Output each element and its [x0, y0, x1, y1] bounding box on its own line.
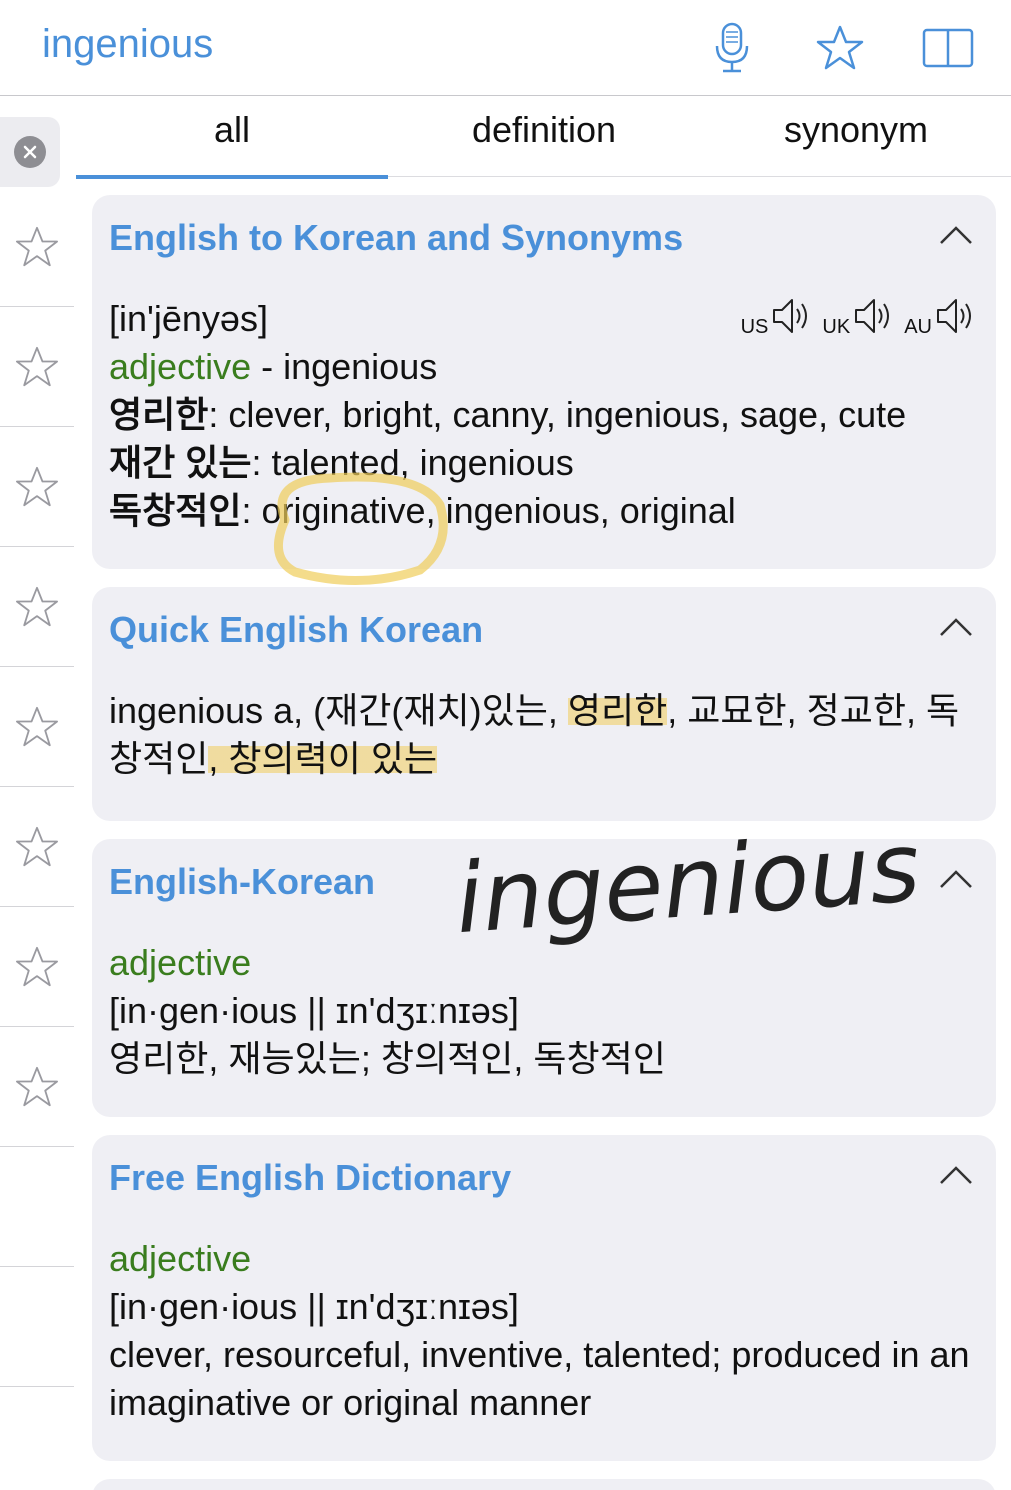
star-outline-icon — [16, 1066, 58, 1106]
tab-bar: all definition synonym — [76, 97, 1011, 179]
history-star-cell[interactable] — [0, 787, 74, 907]
search-bar: ingenious — [0, 0, 1011, 96]
star-outline-icon — [16, 706, 58, 746]
synonym-row: 독창적인: originative, ingenious, original — [109, 487, 976, 535]
tab-all[interactable]: all — [76, 97, 388, 179]
history-star-rail — [0, 187, 74, 1387]
history-star-cell[interactable] — [0, 667, 74, 787]
chevron-up-icon[interactable] — [938, 223, 974, 247]
synonym-list: : originative, ingenious, original — [241, 490, 736, 531]
card-next-partial — [92, 1479, 996, 1490]
highlighted-term: , 창의력이 있는 — [208, 738, 438, 779]
tab-definition[interactable]: definition — [388, 97, 700, 177]
pos-headword: - ingenious — [251, 346, 438, 387]
star-outline-icon — [16, 466, 58, 506]
favorite-star-icon[interactable] — [810, 18, 870, 78]
synonym-row: 재간 있는: talented, ingenious — [109, 439, 976, 487]
card-body: adjective [in·gen·ious || ɪn'dʒɪːnɪəs] 영… — [109, 939, 976, 1083]
tab-synonym[interactable]: synonym — [700, 97, 1011, 177]
card-title: Free English Dictionary — [109, 1157, 512, 1198]
star-outline-icon — [16, 946, 58, 986]
card-title: English-Korean — [109, 861, 376, 902]
history-empty-cell — [0, 1147, 74, 1267]
book-icon[interactable] — [918, 18, 978, 78]
pronunciation-text: [in'jēnyəs] — [109, 298, 268, 339]
pronunciation-text: [in·gen·ious || ɪn'dʒɪːnɪəs] — [109, 1286, 519, 1327]
search-query[interactable]: ingenious — [42, 22, 213, 67]
definition-text: clever, resourceful, inventive, talented… — [109, 1334, 970, 1423]
synonym-list: : clever, bright, canny, ingenious, sage… — [208, 394, 907, 435]
star-outline-icon — [16, 226, 58, 266]
highlighted-term: 영리한 — [567, 690, 668, 731]
card-title: English to Korean and Synonyms — [109, 217, 684, 258]
card-free-english-dictionary: Free English Dictionary adjective [in·ge… — [92, 1135, 996, 1461]
history-star-cell[interactable] — [0, 907, 74, 1027]
synonym-row: 영리한: clever, bright, canny, ingenious, s… — [109, 391, 976, 439]
card-body: adjective [in·gen·ious || ɪn'dʒɪːnɪəs] c… — [109, 1235, 976, 1427]
clear-history-button[interactable] — [0, 117, 60, 187]
card-title: Quick English Korean — [109, 609, 484, 650]
definition-text: 영리한, 재능있는; 창의적인, 독창적인 — [109, 1038, 666, 1079]
pos-line: adjective - ingenious — [109, 343, 976, 391]
part-of-speech: adjective — [109, 1238, 252, 1279]
synonym-list: : talented, ingenious — [251, 442, 574, 483]
history-star-cell[interactable] — [0, 547, 74, 667]
star-outline-icon — [16, 346, 58, 386]
tab-definition-label: definition — [471, 109, 617, 150]
korean-sense: 독창적인 — [109, 490, 242, 531]
card-english-korean-synonyms: English to Korean and Synonyms US UK AU … — [92, 195, 996, 569]
close-circle-icon — [14, 136, 46, 168]
part-of-speech: adjective — [109, 346, 252, 387]
card-quick-english-korean: Quick English Korean ingenious a, (재간(재치… — [92, 587, 996, 821]
korean-sense: 재간 있는 — [109, 442, 252, 483]
microphone-icon[interactable] — [702, 18, 762, 78]
history-star-cell[interactable] — [0, 427, 74, 547]
star-outline-icon — [16, 586, 58, 626]
quick-definition-text: ingenious a, (재간(재치)있는, — [109, 690, 568, 731]
chevron-up-icon[interactable] — [938, 867, 974, 891]
history-star-cell[interactable] — [0, 1027, 74, 1147]
card-body: ingenious a, (재간(재치)있는, 영리한, 교묘한, 정교한, 독… — [109, 687, 976, 783]
history-star-cell[interactable] — [0, 187, 74, 307]
pronunciation-text: [in·gen·ious || ɪn'dʒɪːnɪəs] — [109, 990, 519, 1031]
history-empty-cell — [0, 1267, 74, 1387]
korean-sense: 영리한 — [109, 394, 209, 435]
star-outline-icon — [16, 826, 58, 866]
tab-all-label: all — [213, 109, 251, 150]
tab-synonym-label: synonym — [783, 109, 929, 150]
tab-active-indicator — [76, 175, 388, 179]
card-english-korean: English-Korean adjective [in·gen·ious ||… — [92, 839, 996, 1117]
history-star-cell[interactable] — [0, 307, 74, 427]
part-of-speech: adjective — [109, 942, 252, 983]
card-body: [in'jēnyəs] adjective - ingenious 영리한: c… — [109, 295, 976, 535]
chevron-up-icon[interactable] — [938, 615, 974, 639]
chevron-up-icon[interactable] — [938, 1163, 974, 1187]
